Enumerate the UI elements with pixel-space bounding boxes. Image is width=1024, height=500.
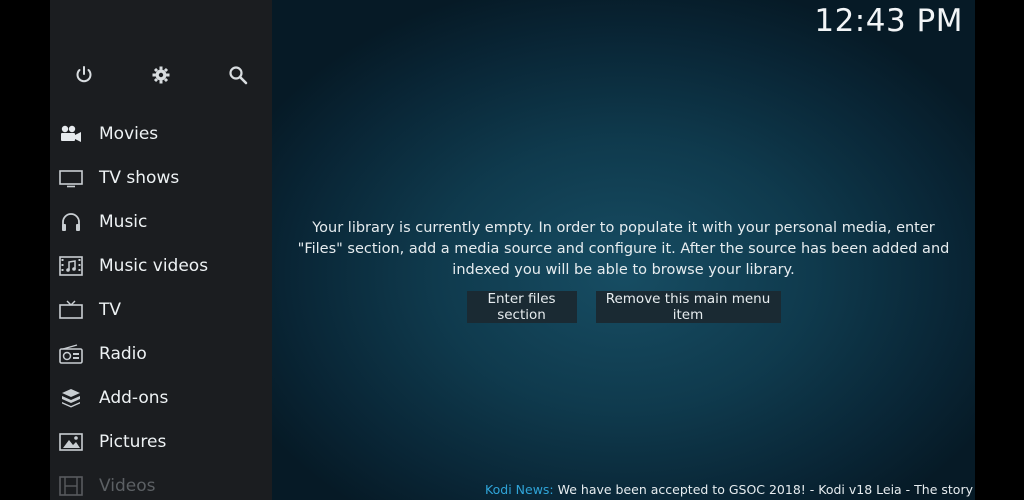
- menu-label: Add-ons: [99, 388, 169, 408]
- message-text: Your library is currently empty. In orde…: [297, 220, 950, 278]
- menu-label: Videos: [99, 476, 156, 496]
- search-icon[interactable]: [221, 58, 255, 92]
- empty-library-message: Your library is currently empty. In orde…: [272, 218, 975, 281]
- menu-item-tv-shows[interactable]: TV shows: [50, 156, 272, 200]
- news-ticker: Kodi News: We have been accepted to GSOC…: [485, 482, 973, 497]
- menu-item-movies[interactable]: Movies: [50, 112, 272, 156]
- movie-camera-icon: [58, 123, 84, 145]
- menu-label: TV: [99, 300, 122, 320]
- menu-label: Radio: [99, 344, 147, 364]
- sidebar: Movies TV shows Music Music videos TV Ra…: [50, 0, 272, 500]
- kodi-app: Movies TV shows Music Music videos TV Ra…: [50, 0, 975, 500]
- picture-icon: [58, 431, 84, 453]
- menu-label: Music videos: [99, 256, 209, 276]
- menu-item-pictures[interactable]: Pictures: [50, 420, 272, 464]
- menu-label: Pictures: [99, 432, 167, 452]
- menu-item-videos[interactable]: Videos: [50, 464, 272, 500]
- ticker-source: Kodi News:: [485, 482, 554, 497]
- menu-item-radio[interactable]: Radio: [50, 332, 272, 376]
- menu-label: Music: [99, 212, 148, 232]
- menu-item-music[interactable]: Music: [50, 200, 272, 244]
- gear-icon[interactable]: [144, 58, 178, 92]
- menu-label: Movies: [99, 124, 159, 144]
- clock: 12:43 PM: [814, 3, 963, 39]
- enter-files-button[interactable]: Enter files section: [466, 291, 577, 323]
- menu-item-music-videos[interactable]: Music videos: [50, 244, 272, 288]
- menu-label: TV shows: [99, 168, 180, 188]
- radio-icon: [58, 343, 84, 365]
- monitor-icon: [58, 167, 84, 189]
- menu-item-add-ons[interactable]: Add-ons: [50, 376, 272, 420]
- top-icons: [50, 58, 272, 92]
- film-music-icon: [58, 255, 84, 277]
- tv-icon: [58, 299, 84, 321]
- headphones-icon: [58, 211, 84, 233]
- main-menu: Movies TV shows Music Music videos TV Ra…: [50, 112, 272, 500]
- power-icon[interactable]: [67, 58, 101, 92]
- addons-box-icon: [58, 387, 84, 409]
- action-buttons: Enter files section Remove this main men…: [272, 291, 975, 323]
- film-strip-icon: [58, 475, 84, 497]
- ticker-text: We have been accepted to GSOC 2018! - Ko…: [557, 482, 973, 497]
- menu-item-tv[interactable]: TV: [50, 288, 272, 332]
- remove-menu-item-button[interactable]: Remove this main menu item: [595, 291, 781, 323]
